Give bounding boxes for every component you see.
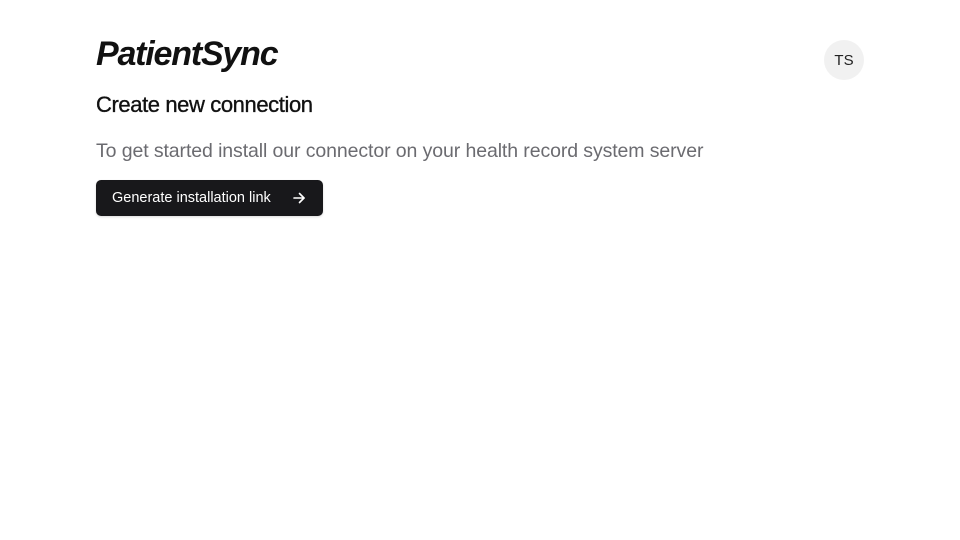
page-subtitle: To get started install our connector on … <box>96 140 704 162</box>
user-avatar[interactable]: TS <box>824 40 864 80</box>
avatar-initials: TS <box>834 51 854 69</box>
arrow-right-icon <box>293 192 305 204</box>
generate-installation-link-button[interactable]: Generate installation link <box>96 180 323 216</box>
brand-logo[interactable]: PatientSync <box>96 34 279 74</box>
page-title: Create new connection <box>96 92 313 117</box>
page: PatientSync TS Create new connection To … <box>0 0 960 540</box>
generate-installation-link-label: Generate installation link <box>112 190 271 206</box>
